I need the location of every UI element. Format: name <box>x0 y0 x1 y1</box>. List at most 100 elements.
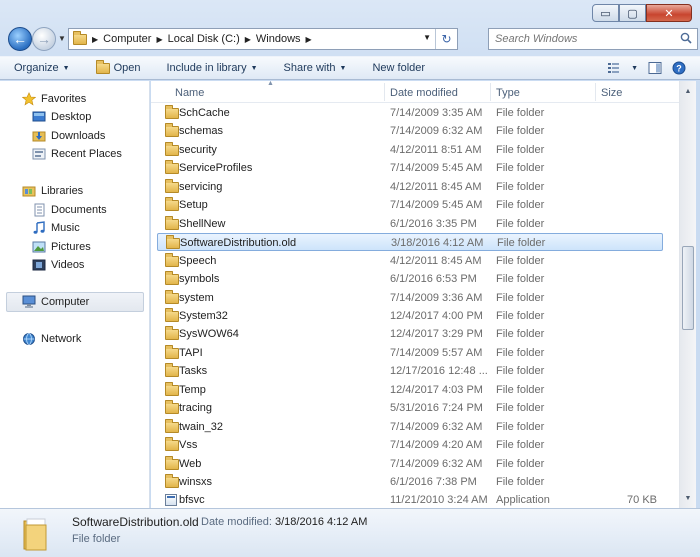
large-folder-icon <box>23 518 47 551</box>
nav-favorites[interactable]: Favorites <box>22 92 86 106</box>
forward-button[interactable]: → <box>32 27 56 51</box>
column-divider[interactable] <box>490 83 491 101</box>
file-row[interactable]: Tasks 12/17/2016 12:48 ... File folder <box>157 362 663 380</box>
column-date-modified[interactable]: Date modified <box>390 87 458 99</box>
file-row[interactable]: symbols 6/1/2016 6:53 PM File folder <box>157 270 663 288</box>
file-name: Temp <box>179 383 206 396</box>
music-icon <box>33 221 45 234</box>
file-date-modified: 7/14/2009 6:32 AM <box>390 125 483 138</box>
file-row[interactable]: ServiceProfiles 7/14/2009 5:45 AM File fol… <box>157 159 663 177</box>
file-type: File folder <box>496 439 545 452</box>
file-row[interactable]: Web 7/14/2009 6:32 AM File folder <box>157 455 663 473</box>
file-date-modified: 12/4/2017 4:03 PM <box>390 383 483 396</box>
file-type: File folder <box>496 309 545 322</box>
nav-desktop[interactable]: Desktop <box>32 110 91 124</box>
file-row[interactable]: Temp 12/4/2017 4:03 PM File folder <box>157 381 663 399</box>
file-row[interactable]: Vss 7/14/2009 4:20 AM File folder <box>157 436 663 454</box>
column-type[interactable]: Type <box>496 87 520 99</box>
file-date-modified: 12/4/2017 3:29 PM <box>390 328 483 341</box>
preview-pane-icon[interactable] <box>648 61 662 75</box>
help-icon[interactable]: ? <box>672 61 686 75</box>
maximize-button[interactable]: ▢ <box>619 4 646 22</box>
file-row[interactable]: SchCache 7/14/2009 3:35 AM File folder <box>157 104 663 122</box>
file-name: Web <box>179 457 202 470</box>
nav-music[interactable]: Music <box>32 221 80 235</box>
chevron-right-icon[interactable]: ▶ <box>306 35 312 44</box>
vertical-scrollbar[interactable]: ▲ ▼ <box>679 81 696 508</box>
file-row[interactable]: SysWOW64 12/4/2017 3:29 PM File folder <box>157 325 663 343</box>
close-button[interactable]: ✕ <box>646 4 692 22</box>
recent-pages-dropdown[interactable]: ▼ <box>58 34 66 43</box>
folder-icon <box>165 197 179 212</box>
organize-menu[interactable]: Organize ▼ <box>14 62 70 74</box>
address-history-dropdown[interactable]: ▼ <box>423 33 431 42</box>
search-box[interactable] <box>488 28 698 50</box>
file-row[interactable]: bfsvc 11/21/2010 3:24 AM Application 70 KB <box>157 491 663 508</box>
nav-computer[interactable]: Computer <box>22 295 89 309</box>
view-options-icon[interactable] <box>607 61 621 75</box>
file-row[interactable]: Setup 7/14/2009 5:45 AM File folder <box>157 196 663 214</box>
explorer-window: ▭ ▢ ✕ ← → ▼ ▶ Computer ▶ Local Disk (C:)… <box>0 0 700 557</box>
file-name: symbols <box>179 273 220 286</box>
breadcrumb-windows[interactable]: Windows <box>256 33 301 45</box>
file-name: schemas <box>179 125 224 138</box>
scroll-down-arrow[interactable]: ▼ <box>680 490 696 506</box>
chevron-right-icon[interactable]: ▶ <box>92 35 98 44</box>
nav-network[interactable]: Network <box>22 332 81 346</box>
nav-pictures[interactable]: Pictures <box>32 240 91 254</box>
column-size[interactable]: Size <box>601 87 622 99</box>
minimize-button[interactable]: ▭ <box>592 4 619 22</box>
chevron-down-icon[interactable]: ▼ <box>631 65 638 72</box>
file-row[interactable]: winsxs 6/1/2016 7:38 PM File folder <box>157 473 663 491</box>
file-name: Setup <box>179 199 208 212</box>
nav-pictures-label: Pictures <box>51 241 91 253</box>
file-row[interactable]: system 7/14/2009 3:36 AM File folder <box>157 289 663 307</box>
organize-label: Organize <box>14 62 59 74</box>
back-button[interactable]: ← <box>8 27 32 51</box>
include-in-library-menu[interactable]: Include in library ▼ <box>167 62 258 74</box>
file-type: File folder <box>496 143 545 156</box>
column-divider[interactable] <box>595 83 596 101</box>
folder-icon <box>165 160 179 175</box>
nav-downloads[interactable]: Downloads <box>32 129 105 143</box>
breadcrumb-local-disk[interactable]: Local Disk (C:) <box>168 33 240 45</box>
file-type: File folder <box>496 402 545 415</box>
address-bar[interactable]: ▶ Computer ▶ Local Disk (C:) ▶ Windows ▶… <box>68 28 458 50</box>
nav-documents[interactable]: Documents <box>32 203 107 217</box>
nav-videos[interactable]: Videos <box>32 258 84 272</box>
pictures-icon <box>32 241 46 253</box>
file-row[interactable]: tracing 5/31/2016 7:24 PM File folder <box>157 399 663 417</box>
column-name[interactable]: Name <box>175 87 204 99</box>
file-row[interactable]: ShellNew 6/1/2016 3:35 PM File folder <box>157 215 663 233</box>
scrollbar-thumb[interactable] <box>682 246 694 330</box>
file-name: twain_32 <box>179 420 224 433</box>
nav-favorites-label: Favorites <box>41 93 87 105</box>
file-row[interactable]: SoftwareDistribution.old 3/18/2016 4:12 A… <box>157 233 663 252</box>
nav-libraries[interactable]: Libraries <box>22 184 83 198</box>
search-icon[interactable] <box>680 32 692 44</box>
refresh-icon[interactable]: ↻ <box>435 29 457 49</box>
file-type: File folder <box>496 273 545 286</box>
chevron-right-icon[interactable]: ▶ <box>156 35 162 44</box>
breadcrumb-computer[interactable]: Computer <box>103 33 151 45</box>
column-divider[interactable] <box>384 83 385 101</box>
file-row[interactable]: System32 12/4/2017 4:00 PM File folder <box>157 307 663 325</box>
file-list: ▲ Name Date modified Type Size SchCache 7… <box>151 81 679 508</box>
videos-icon <box>32 259 46 271</box>
share-with-menu[interactable]: Share with ▼ <box>284 62 347 74</box>
file-row[interactable]: TAPI 7/14/2009 5:57 AM File folder <box>157 344 663 362</box>
chevron-right-icon[interactable]: ▶ <box>245 35 251 44</box>
new-folder-button[interactable]: New folder <box>372 62 425 74</box>
nav-documents-label: Documents <box>51 204 107 216</box>
file-row[interactable]: servicing 4/12/2011 8:45 AM File folder <box>157 178 663 196</box>
search-input[interactable] <box>495 33 675 45</box>
file-row[interactable]: Speech 4/12/2011 8:45 AM File folder <box>157 252 663 270</box>
network-icon <box>23 333 35 345</box>
file-row[interactable]: twain_32 7/14/2009 6:32 AM File folder <box>157 418 663 436</box>
nav-recent-places[interactable]: Recent Places <box>32 147 122 161</box>
open-button[interactable]: Open <box>95 59 141 74</box>
file-row[interactable]: schemas 7/14/2009 6:32 AM File folder <box>157 122 663 140</box>
new-folder-label: New folder <box>372 62 426 74</box>
scroll-up-arrow[interactable]: ▲ <box>680 83 696 99</box>
file-row[interactable]: security 4/12/2011 8:51 AM File folder <box>157 141 663 159</box>
